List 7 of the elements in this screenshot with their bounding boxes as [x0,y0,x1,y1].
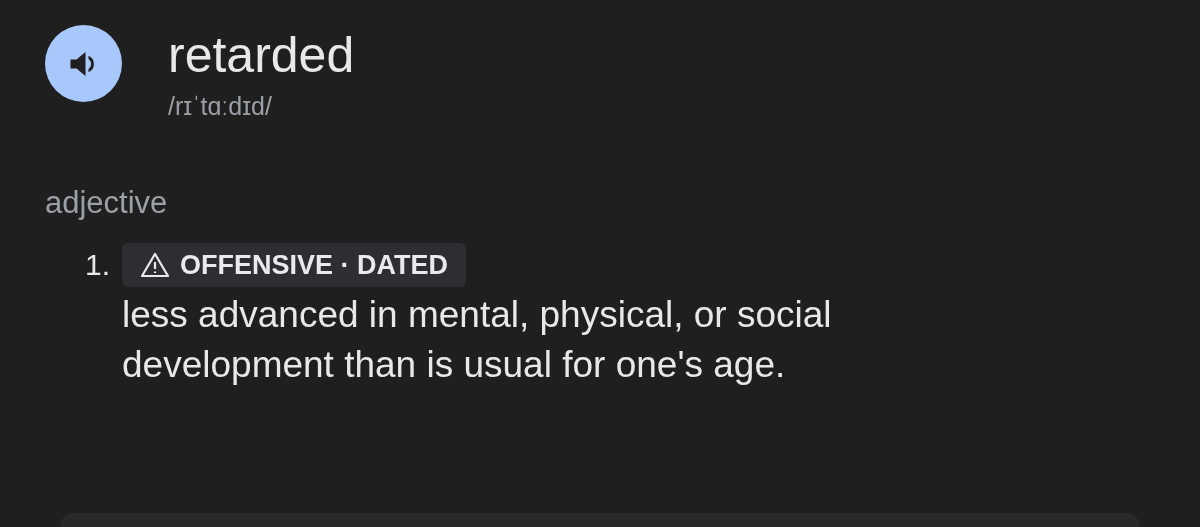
warning-icon [140,252,171,278]
usage-label: OFFENSIVE · DATED [122,243,467,287]
sense-number: 1. [85,247,111,283]
part-of-speech: adjective [45,185,168,221]
pronunciation: /rɪˈtɑːdɪd/ [168,91,273,122]
headword: retarded [168,26,355,85]
definition-text: less advanced in mental, physical, or social development than is usual for one's age. [122,293,833,387]
